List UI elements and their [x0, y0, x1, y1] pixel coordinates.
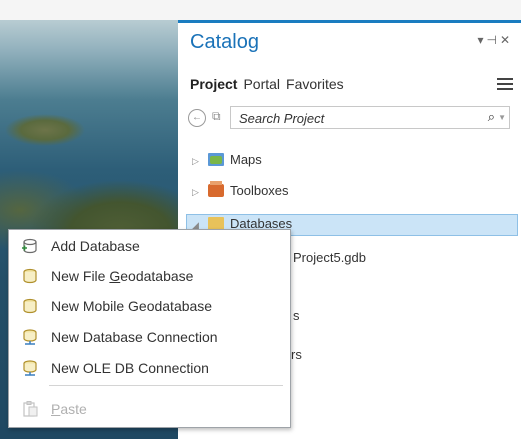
- catalog-title: Catalog: [190, 31, 259, 53]
- back-arrow-icon[interactable]: ←: [188, 109, 206, 127]
- catalog-tabs: Project Portal Favorites: [190, 76, 350, 92]
- menu-item-label: New Database Connection: [51, 329, 218, 345]
- menu-item-label: Add Database: [51, 238, 140, 254]
- context-menu: Add Database New File Geodatabase New Mo…: [8, 229, 291, 428]
- tree-item-partial[interactable]: s: [293, 308, 300, 323]
- expand-arrow-icon[interactable]: ▷: [192, 156, 204, 167]
- search-icon[interactable]: ⌕: [488, 109, 495, 125]
- tree-item-label: Maps: [230, 152, 262, 167]
- label-part: eodatabase: [120, 268, 194, 284]
- new-file-geodatabase-icon: [23, 268, 37, 284]
- menu-separator: [49, 385, 283, 386]
- filter-icon[interactable]: ⧉: [212, 109, 226, 125]
- label-accelerator: P: [51, 401, 61, 417]
- pin-icon[interactable]: ⊣: [486, 33, 499, 47]
- expand-arrow-icon[interactable]: ▷: [192, 187, 204, 198]
- search-input[interactable]: [237, 109, 461, 128]
- menu-item-new-ole-db-connection[interactable]: New OLE DB Connection: [9, 353, 290, 383]
- tab-favorites[interactable]: Favorites: [286, 76, 344, 92]
- hamburger-menu-icon[interactable]: [497, 78, 513, 93]
- menu-item-new-mobile-geodatabase[interactable]: New Mobile Geodatabase: [9, 291, 290, 321]
- menu-item-paste[interactable]: Paste: [9, 394, 290, 424]
- search-box: ⌕ ▼: [230, 106, 510, 129]
- new-database-connection-icon: [23, 329, 37, 345]
- menu-item-new-file-geodatabase[interactable]: New File Geodatabase: [9, 261, 290, 291]
- paste-icon: [23, 401, 38, 417]
- tree-item-label: Toolboxes: [230, 183, 289, 198]
- top-strip: [0, 0, 521, 20]
- new-mobile-geodatabase-icon: [23, 298, 37, 314]
- label-part: New File: [51, 268, 110, 284]
- menu-item-add-database[interactable]: Add Database: [9, 231, 290, 261]
- toolbox-icon: [208, 181, 224, 197]
- add-database-icon: [22, 238, 37, 254]
- chevron-down-icon[interactable]: ▼: [498, 113, 506, 122]
- tree-item-gdb[interactable]: Project5.gdb: [293, 250, 366, 265]
- tab-project[interactable]: Project: [190, 76, 237, 92]
- new-ole-db-connection-icon: [23, 360, 37, 376]
- menu-item-label: New OLE DB Connection: [51, 360, 209, 376]
- tree-item-toolboxes[interactable]: ▷ Toolboxes: [192, 181, 289, 205]
- maps-icon: [208, 153, 224, 166]
- pane-controls: ▾⊣✕: [477, 33, 513, 47]
- label-part: aste: [60, 401, 87, 417]
- close-icon[interactable]: ✕: [500, 33, 513, 47]
- menu-item-label: New File Geodatabase: [51, 268, 193, 284]
- tree-item-partial[interactable]: rs: [291, 347, 302, 362]
- tree-item-maps[interactable]: ▷ Maps: [192, 152, 262, 174]
- menu-item-new-database-connection[interactable]: New Database Connection: [9, 322, 290, 352]
- menu-item-label: New Mobile Geodatabase: [51, 298, 213, 314]
- menu-item-label: Paste: [51, 401, 87, 417]
- tab-portal[interactable]: Portal: [243, 76, 280, 92]
- label-accelerator: G: [109, 268, 121, 284]
